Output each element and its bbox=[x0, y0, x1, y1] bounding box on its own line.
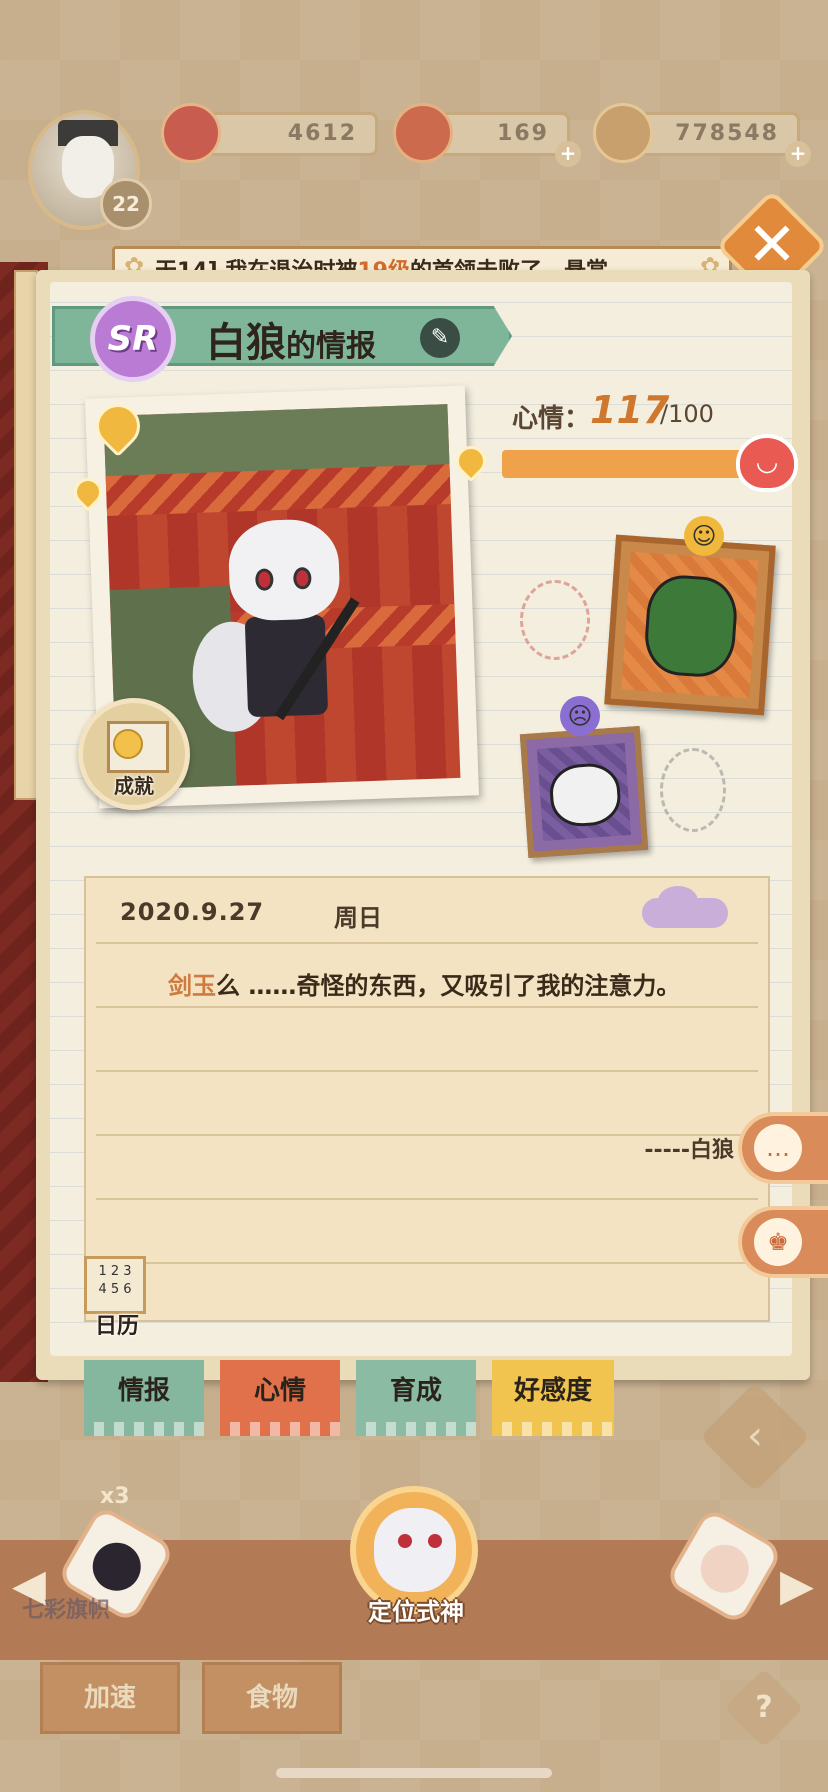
gift-button[interactable]: ♚ bbox=[738, 1206, 828, 1278]
mood-frame-sad bbox=[519, 725, 649, 859]
mood-max: /100 bbox=[660, 400, 714, 428]
food-button[interactable]: 食物 bbox=[202, 1662, 342, 1734]
coin-icon bbox=[113, 729, 143, 759]
page-title: 白狼的情报 bbox=[206, 320, 376, 366]
diary-entry: 2020.9.27 周日 剑玉么 ……奇怪的东西，又吸引了我的注意力。 ----… bbox=[84, 876, 770, 1322]
tab-info[interactable]: 情报 bbox=[84, 1360, 204, 1436]
flag-count: x3 bbox=[100, 1484, 130, 1509]
jade-value: 4612 bbox=[287, 121, 357, 146]
back-button[interactable]: ‹ bbox=[699, 1381, 811, 1493]
ticket-icon bbox=[393, 103, 453, 163]
achievement-button[interactable]: 成就 bbox=[78, 698, 190, 810]
weather-cloud-icon bbox=[642, 886, 728, 928]
question-icon: ? bbox=[755, 1690, 773, 1725]
diary-signature: -----白狼 bbox=[644, 1138, 734, 1163]
calendar-button[interactable]: 1 2 34 5 6 日历 bbox=[76, 1254, 158, 1339]
add-tickets-button[interactable]: + bbox=[555, 141, 581, 167]
chat-icon: … bbox=[754, 1124, 802, 1172]
mood-bar bbox=[502, 450, 748, 478]
diary-day: 周日 bbox=[334, 904, 382, 932]
flag-name: 七彩旗帜 bbox=[22, 1598, 111, 1623]
gold-counter: 778548 + bbox=[593, 103, 811, 167]
back-arrow-icon: ‹ bbox=[747, 1413, 763, 1459]
jade-counter: 4612 bbox=[161, 103, 378, 163]
top-bar: 22 4612 169 + 778548 + bbox=[0, 100, 828, 240]
locate-shikigami-label: 定位式神 bbox=[368, 1598, 464, 1626]
pencil-icon[interactable]: ✎ bbox=[420, 318, 460, 358]
shikigami-portrait bbox=[190, 517, 375, 753]
home-indicator bbox=[276, 1768, 552, 1778]
rarity-badge: SR bbox=[90, 296, 176, 382]
chat-button[interactable]: … bbox=[738, 1112, 828, 1184]
tab-training[interactable]: 育成 bbox=[356, 1360, 476, 1436]
heart-icon: ◡ bbox=[736, 434, 798, 492]
mood-frame-happy bbox=[604, 534, 776, 716]
smile-icon: ☺ bbox=[684, 516, 724, 556]
coin-icon bbox=[593, 103, 653, 163]
sad-icon: ☹ bbox=[560, 696, 600, 736]
diary-date: 2020.9.27 bbox=[120, 898, 265, 926]
gold-value: 778548 bbox=[675, 121, 779, 146]
mood-label: 心情： bbox=[512, 404, 591, 434]
gift-icon: ♚ bbox=[754, 1218, 802, 1266]
calendar-label: 日历 bbox=[94, 1314, 139, 1339]
player-level: 22 bbox=[100, 178, 152, 230]
tab-mood[interactable]: 心情 bbox=[220, 1360, 340, 1436]
ticket-value: 169 bbox=[497, 121, 549, 146]
calendar-icon: 1 2 34 5 6 bbox=[84, 1256, 146, 1314]
tab-affection[interactable]: 好感度 bbox=[492, 1360, 614, 1436]
doodle-happy bbox=[520, 580, 590, 660]
speed-up-button[interactable]: 加速 bbox=[40, 1662, 180, 1734]
book-edge bbox=[14, 270, 38, 800]
ticket-counter: 169 + bbox=[393, 103, 581, 167]
achievement-label: 成就 bbox=[114, 774, 154, 798]
plum-blossom-icon bbox=[161, 103, 221, 163]
next-arrow-icon[interactable]: ▶ bbox=[780, 1560, 814, 1611]
mood-bar-fill bbox=[502, 450, 748, 478]
add-gold-button[interactable]: + bbox=[785, 141, 811, 167]
help-button[interactable]: ? bbox=[724, 1668, 804, 1748]
doodle-sad bbox=[660, 748, 726, 832]
mood-value: 117 bbox=[590, 388, 670, 432]
diary-text: 剑玉么 ……奇怪的东西，又吸引了我的注意力。 bbox=[168, 972, 681, 1000]
